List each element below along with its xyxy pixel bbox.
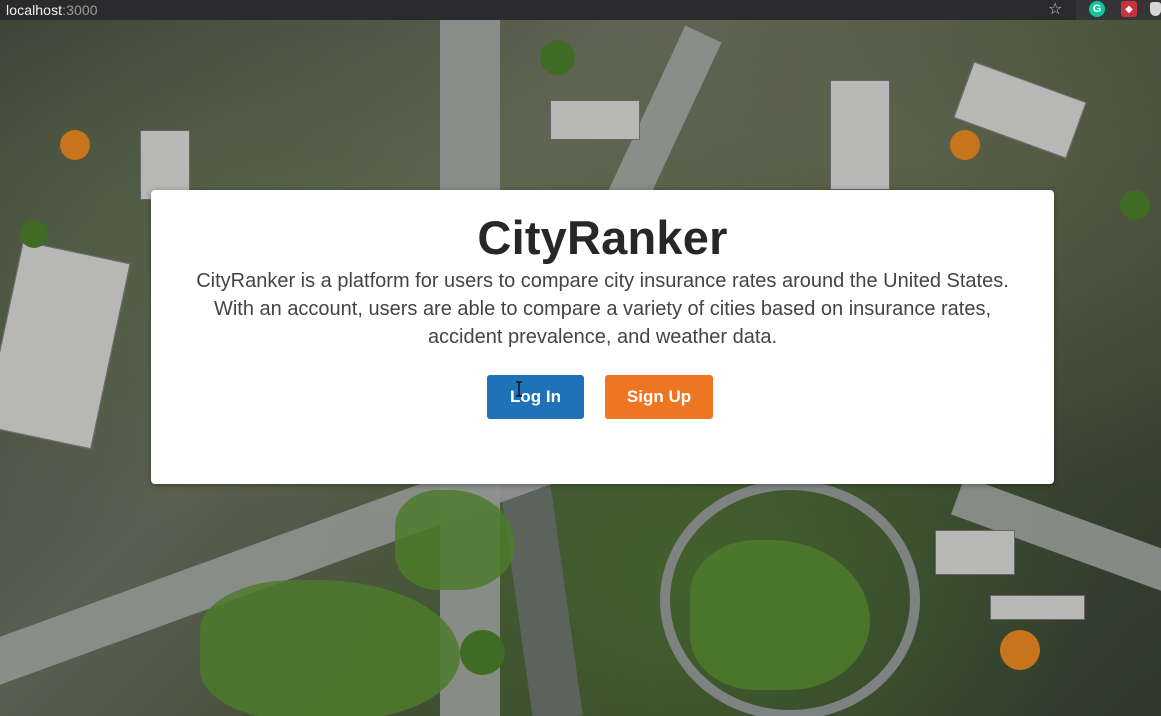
tree xyxy=(20,220,48,248)
building xyxy=(990,595,1085,620)
app-title: CityRanker xyxy=(477,211,728,264)
address-bar[interactable]: localhost:3000 xyxy=(0,2,98,18)
tree xyxy=(460,630,505,675)
url-port: :3000 xyxy=(62,2,98,18)
description-line: CityRanker is a platform for users to co… xyxy=(196,270,1009,292)
grass-field xyxy=(200,580,460,716)
hero-card: CityRanker CityRanker is a platform for … xyxy=(151,190,1054,484)
star-icon[interactable]: ☆ xyxy=(1048,0,1062,19)
tree xyxy=(1000,630,1040,670)
signup-button[interactable]: Sign Up xyxy=(605,375,713,419)
building xyxy=(550,100,640,140)
tree xyxy=(60,130,90,160)
shield-icon[interactable] xyxy=(1150,2,1161,16)
text-cursor-icon xyxy=(516,381,522,397)
building xyxy=(935,530,1015,575)
url-host: localhost xyxy=(6,2,63,18)
browser-toolbar: localhost:3000 ☆ G ◆ xyxy=(0,0,1161,20)
description-line: accident prevalence, and weather data. xyxy=(427,326,778,348)
building xyxy=(0,240,131,450)
tree xyxy=(540,40,575,75)
tree xyxy=(950,130,980,160)
building xyxy=(830,80,890,190)
grammarly-icon[interactable]: G xyxy=(1089,1,1105,17)
tree xyxy=(1120,190,1150,220)
app-description: CityRanker is a platform for users to co… xyxy=(191,267,1014,351)
login-button[interactable]: Log In xyxy=(487,375,584,419)
description-line: With an account, users are able to compa… xyxy=(213,298,992,320)
extension-icon[interactable]: ◆ xyxy=(1121,1,1137,17)
